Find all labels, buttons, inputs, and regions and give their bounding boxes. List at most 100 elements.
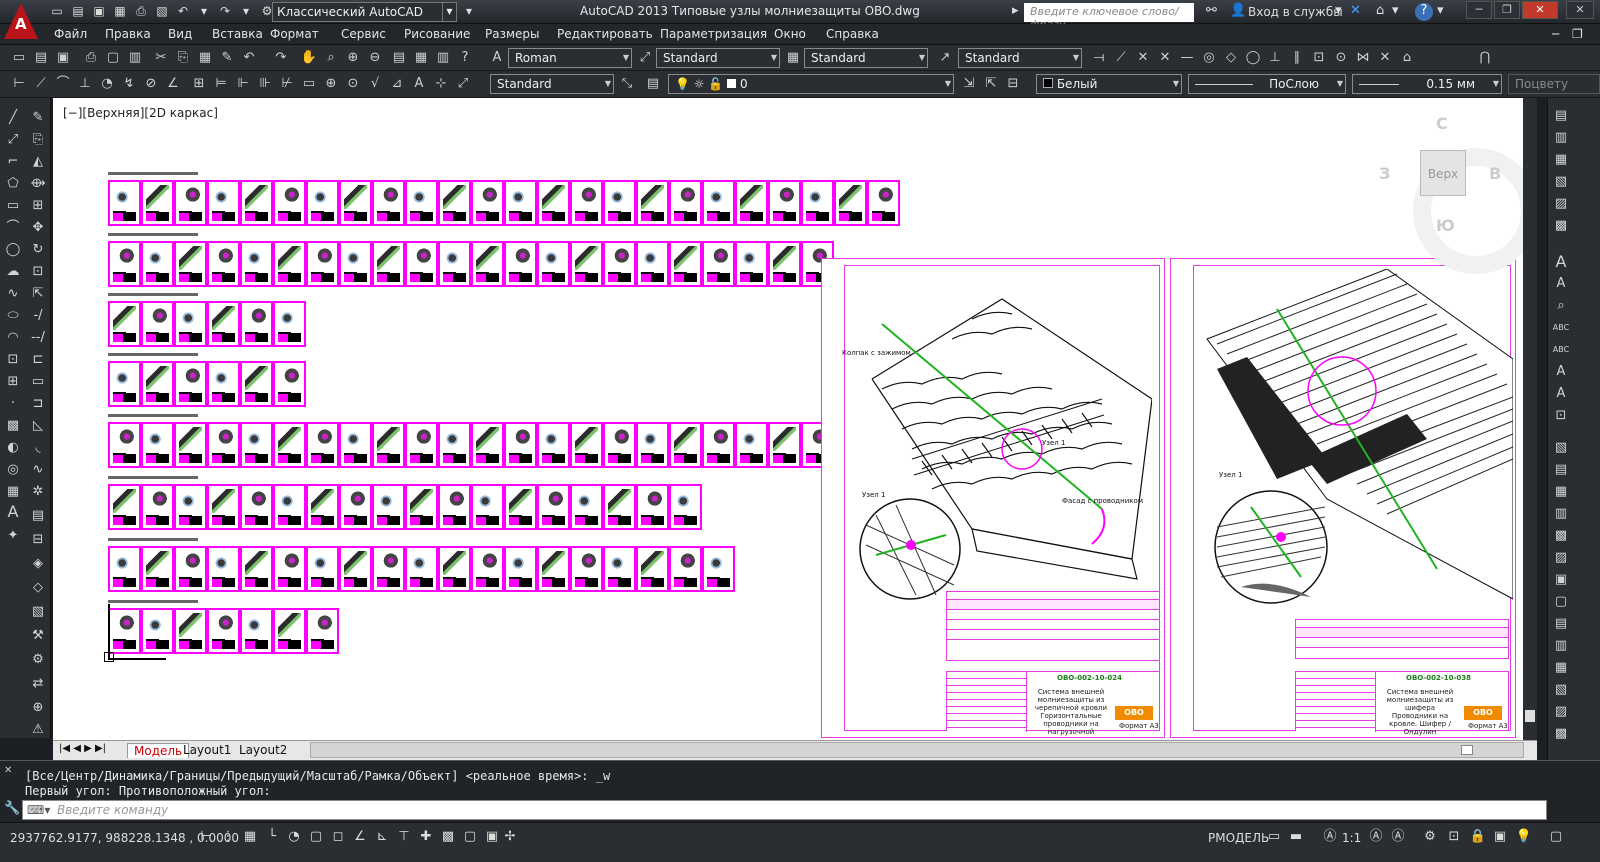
dim-arc-icon[interactable]: ⌒ (54, 75, 72, 93)
lineweight-dropdown[interactable]: 0.15 мм ▼ (1352, 74, 1502, 94)
sheet-thumbnail[interactable] (669, 241, 702, 287)
dim-style-dropdown[interactable]: Standard ▼ (656, 48, 780, 68)
viewcube-south[interactable]: Ю (1436, 216, 1455, 235)
pan-icon[interactable]: ✋ (300, 49, 318, 67)
snap-tool7-icon[interactable]: ▣ (1551, 570, 1571, 590)
open-icon[interactable]: ▤ (32, 49, 50, 67)
dim-style-mgr-icon[interactable]: ⤢ (454, 75, 472, 93)
polygon-icon[interactable]: ⬠ (3, 174, 23, 194)
table-style-icon[interactable]: ▦ (784, 49, 802, 67)
sheet-right[interactable]: Узел 1 OBO-002-10-038 Система внешней мо… (1170, 258, 1516, 738)
osnap-settings2-icon[interactable]: ⋂ (1476, 49, 1494, 67)
sheet-thumbnail[interactable] (438, 546, 471, 592)
sheet-thumbnail[interactable] (273, 361, 306, 407)
sheet-thumbnail[interactable] (108, 301, 141, 347)
dim-override-icon[interactable]: ⤡ (618, 75, 636, 93)
sheet-thumbnail[interactable] (339, 241, 372, 287)
sheet-thumbnail[interactable] (240, 608, 273, 654)
sheet-thumbnail[interactable] (108, 180, 141, 226)
sheet-thumbnail[interactable] (471, 180, 504, 226)
clean-screen-icon[interactable]: ▢ (1546, 827, 1566, 847)
viewcube-top-face[interactable]: Верх (1420, 150, 1466, 196)
osnap-endpoint-icon[interactable]: ⟞ (1090, 49, 1108, 67)
text-style-dropdown[interactable]: Roman ▼ (508, 48, 632, 68)
menu-draw[interactable]: Рисование (404, 27, 470, 41)
exchange-icon[interactable]: ✕ (1350, 3, 1361, 18)
dim-angular-icon[interactable]: ∠ (164, 75, 182, 93)
chamfer-icon[interactable]: ◺ (28, 416, 48, 436)
snap-tool5-icon[interactable]: ▩ (1551, 526, 1571, 546)
revcloud-icon[interactable]: ☁ (3, 262, 23, 282)
sheet-thumbnail[interactable] (273, 241, 306, 287)
sheet-thumbnail[interactable] (306, 422, 339, 468)
sheet-thumbnail[interactable] (603, 241, 636, 287)
layer-tool5-icon[interactable]: ▧ (28, 602, 48, 622)
workspace-switch-icon[interactable]: ⚙ (1420, 827, 1440, 847)
sheet-thumbnail[interactable] (504, 484, 537, 530)
sheet-thumbnail[interactable] (174, 422, 207, 468)
viewcube-west[interactable]: З (1379, 164, 1390, 183)
dim-ordinate-icon[interactable]: ⊥ (76, 75, 94, 93)
3dosnap-icon[interactable]: ◻ (328, 827, 348, 847)
menu-edit[interactable]: Правка (105, 27, 151, 41)
layer-tool10-icon[interactable]: ⚠ (28, 720, 48, 740)
offset-icon[interactable]: ⟴ (28, 174, 48, 194)
snap-tool1-icon[interactable]: ▧ (1551, 438, 1571, 458)
save-icon[interactable]: ▣ (90, 2, 108, 20)
fillet-icon[interactable]: ◟ (28, 438, 48, 458)
hscroll-thumb[interactable] (1461, 745, 1473, 755)
sheet-thumbnail[interactable] (537, 180, 570, 226)
osnap-perp-icon[interactable]: ⊥ (1266, 49, 1284, 67)
login-dropdown-icon[interactable]: ▾ (1335, 3, 1342, 18)
sheet-thumbnail[interactable] (471, 241, 504, 287)
help-icon[interactable]: ? (1415, 3, 1433, 21)
osnap-tangent-icon[interactable]: ◯ (1244, 49, 1262, 67)
snap-tool14-icon[interactable]: ▩ (1551, 724, 1571, 744)
sheet-thumbnail[interactable] (504, 180, 537, 226)
sheet-thumbnail[interactable] (570, 180, 603, 226)
sheet-thumbnail[interactable] (405, 241, 438, 287)
preview-icon[interactable]: ▢ (104, 49, 122, 67)
osnap-center-icon[interactable]: ◎ (1200, 49, 1218, 67)
sheet-thumbnail[interactable] (570, 241, 603, 287)
cut-icon[interactable]: ✂ (152, 49, 170, 67)
sheet-thumbnail[interactable] (702, 422, 735, 468)
spline-icon[interactable]: ∿ (3, 284, 23, 304)
sheet-thumbnail[interactable] (537, 241, 570, 287)
linetype-dropdown[interactable]: ПоСлою ▼ (1188, 74, 1346, 94)
sheet-thumbnail[interactable] (636, 180, 669, 226)
quickview-layouts-icon[interactable]: ▭ (1264, 827, 1284, 847)
sheet-thumbnail[interactable] (504, 422, 537, 468)
sheet-thumbnail[interactable] (702, 241, 735, 287)
dim-quick-icon[interactable]: ⊞ (190, 75, 208, 93)
menu-insert[interactable]: Вставка (212, 27, 263, 41)
osnap-nearest-icon[interactable]: ⋈ (1354, 49, 1372, 67)
menu-parametric[interactable]: Параметризация (660, 27, 767, 41)
table-style-dropdown[interactable]: Standard ▼ (804, 48, 928, 68)
sheet-thumbnail[interactable] (141, 241, 174, 287)
osnap-intersect-icon[interactable]: ✕ (1134, 49, 1152, 67)
layer-dropdown[interactable]: 💡 ☼ 🔓 0 ▼ (668, 74, 954, 94)
sheet-thumbnail[interactable] (240, 484, 273, 530)
redo-icon[interactable]: ↷ (272, 49, 290, 67)
sheet-thumbnail[interactable] (570, 484, 603, 530)
sheet-thumbnail[interactable] (306, 546, 339, 592)
menubar-restore-icon[interactable]: ❐ (1572, 27, 1583, 41)
sheet-thumbnail[interactable] (108, 422, 141, 468)
tpy-icon[interactable]: ▩ (438, 827, 458, 847)
command-input[interactable]: ⌨▾ Введите команду (22, 800, 1547, 820)
sheet-thumbnail[interactable] (570, 422, 603, 468)
horizontal-scrollbar[interactable] (310, 742, 1524, 758)
text-tool8-icon[interactable]: ⊡ (1551, 406, 1571, 426)
undo-icon[interactable]: ↶ (240, 49, 258, 67)
sheet-thumbnail[interactable] (438, 484, 471, 530)
minimize-button[interactable]: ─ (1466, 1, 1492, 19)
layer-properties-icon[interactable]: ▤ (644, 75, 662, 93)
break-at-point-icon[interactable]: ⊏ (28, 350, 48, 370)
view-tool3-icon[interactable]: ▦ (1551, 150, 1571, 170)
publish-icon[interactable]: ▥ (126, 49, 144, 67)
sheet-thumbnail[interactable] (471, 484, 504, 530)
join-icon[interactable]: ⊐ (28, 394, 48, 414)
sheet-thumbnail[interactable] (273, 546, 306, 592)
sheet-thumbnail[interactable] (636, 484, 669, 530)
